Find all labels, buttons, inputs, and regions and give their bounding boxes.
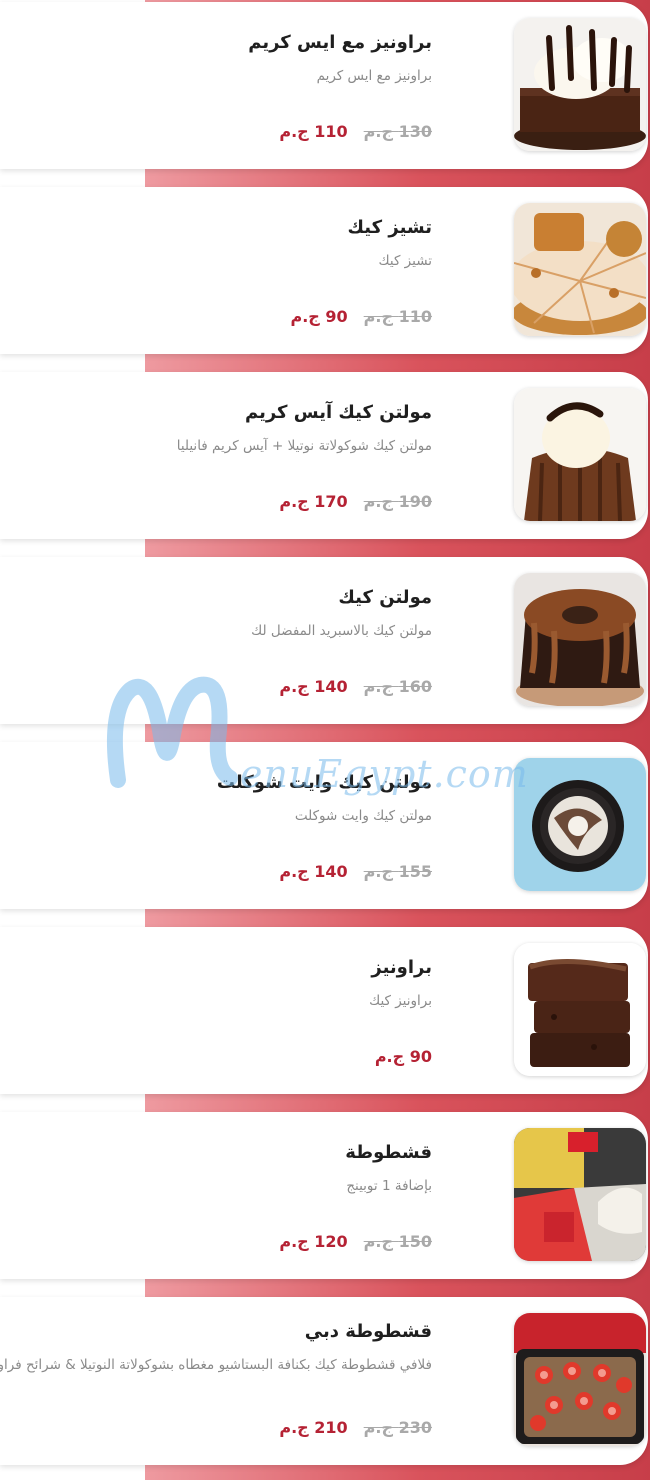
- item-prices: 230 ج.م 210 ج.م: [279, 1418, 432, 1437]
- new-price: 210 ج.م: [279, 1418, 348, 1437]
- card-body: براونيز براونيز كيك 90 ج.م: [0, 927, 575, 1094]
- menu-item-card[interactable]: مولتن كيك مولتن كيك بالاسبريد المفضل لك …: [0, 557, 648, 724]
- card-body: قشطوطة دبي فلافي قشطوطة كيك بكنافة البست…: [0, 1297, 575, 1465]
- item-prices: 190 ج.م 170 ج.م: [279, 492, 432, 511]
- old-price: 190 ج.م: [363, 492, 432, 511]
- item-image[interactable]: [514, 203, 646, 336]
- card-body: مولتن كيك وايت شوكلت مولتن كيك وايت شوكل…: [0, 742, 575, 909]
- item-title: تشيز كيك: [347, 217, 432, 238]
- menu-item-card[interactable]: مولتن كيك وايت شوكلت مولتن كيك وايت شوكل…: [0, 742, 648, 909]
- menu-item-card[interactable]: قشطوطة دبي فلافي قشطوطة كيك بكنافة البست…: [0, 1297, 648, 1465]
- menu-item-card[interactable]: قشطوطة بإضافة 1 توبينج 150 ج.م 120 ج.م: [0, 1112, 648, 1279]
- old-price: 230 ج.م: [363, 1418, 432, 1437]
- molten-cake-ice-cream-image: [514, 388, 646, 521]
- item-prices: 155 ج.م 140 ج.م: [279, 862, 432, 881]
- item-image[interactable]: [514, 943, 646, 1076]
- cheesecake-image: [514, 203, 646, 336]
- new-price: 90 ج.م: [290, 307, 348, 326]
- item-image[interactable]: [514, 1128, 646, 1261]
- item-description: تشيز كيك: [378, 253, 433, 269]
- molten-cake-image: [514, 573, 646, 706]
- item-title: قشطوطة: [345, 1142, 432, 1163]
- old-price: 150 ج.م: [363, 1232, 432, 1251]
- card-body: قشطوطة بإضافة 1 توبينج 150 ج.م 120 ج.م: [0, 1112, 575, 1279]
- menu-item-card[interactable]: تشيز كيك تشيز كيك 110 ج.م 90 ج.م: [0, 187, 648, 354]
- item-image[interactable]: [514, 1313, 646, 1446]
- item-prices: 150 ج.م 120 ج.م: [279, 1232, 432, 1251]
- white-chocolate-molten-image: [514, 758, 646, 891]
- item-description: براونيز مع ايس كريم: [316, 68, 432, 84]
- new-price: 90 ج.م: [374, 1047, 432, 1066]
- item-description: مولتن كيك شوكولاتة نوتيلا + آيس كريم فان…: [176, 438, 432, 454]
- ashtota-image: [514, 1128, 646, 1261]
- item-title: براونيز: [371, 957, 432, 978]
- item-title: مولتن كيك: [338, 587, 432, 608]
- item-description: براونيز كيك: [369, 993, 432, 1009]
- new-price: 120 ج.م: [279, 1232, 348, 1251]
- item-image[interactable]: [514, 18, 646, 151]
- dubai-ashtota-image: [514, 1313, 646, 1446]
- brownie-ice-cream-image: [514, 18, 646, 151]
- old-price: 110 ج.م: [363, 307, 432, 326]
- item-title: مولتن كيك آيس كريم: [244, 402, 432, 423]
- item-title: قشطوطة دبي: [304, 1321, 432, 1342]
- card-body: براونيز مع ايس كريم براونيز مع ايس كريم …: [0, 2, 575, 169]
- item-description: فلافي قشطوطة كيك بكنافة البستاشيو مغطاه …: [0, 1357, 432, 1373]
- brownies-stack-image: [514, 943, 646, 1076]
- card-body: مولتن كيك آيس كريم مولتن كيك شوكولاتة نو…: [0, 372, 575, 539]
- item-description: مولتن كيك وايت شوكلت: [294, 808, 432, 824]
- new-price: 140 ج.م: [279, 862, 348, 881]
- item-description: مولتن كيك بالاسبريد المفضل لك: [251, 623, 432, 639]
- new-price: 170 ج.م: [279, 492, 348, 511]
- old-price: 160 ج.م: [363, 677, 432, 696]
- item-prices: 90 ج.م: [375, 1047, 432, 1066]
- item-prices: 130 ج.م 110 ج.م: [279, 122, 432, 141]
- menu-list: براونيز مع ايس كريم براونيز مع ايس كريم …: [0, 0, 650, 1480]
- item-description: بإضافة 1 توبينج: [346, 1178, 432, 1194]
- old-price: 130 ج.م: [363, 122, 432, 141]
- item-title: مولتن كيك وايت شوكلت: [216, 772, 432, 793]
- menu-item-card[interactable]: براونيز براونيز كيك 90 ج.م: [0, 927, 648, 1094]
- item-prices: 110 ج.م 90 ج.م: [290, 307, 432, 326]
- old-price: 155 ج.م: [363, 862, 432, 881]
- card-body: تشيز كيك تشيز كيك 110 ج.م 90 ج.م: [0, 187, 575, 354]
- item-image[interactable]: [514, 573, 646, 706]
- item-image[interactable]: [514, 758, 646, 891]
- item-title: براونيز مع ايس كريم: [248, 32, 432, 53]
- menu-item-card[interactable]: مولتن كيك آيس كريم مولتن كيك شوكولاتة نو…: [0, 372, 648, 539]
- card-body: مولتن كيك مولتن كيك بالاسبريد المفضل لك …: [0, 557, 575, 724]
- new-price: 140 ج.م: [279, 677, 348, 696]
- menu-item-card[interactable]: براونيز مع ايس كريم براونيز مع ايس كريم …: [0, 2, 648, 169]
- new-price: 110 ج.م: [279, 122, 348, 141]
- item-image[interactable]: [514, 388, 646, 521]
- item-prices: 160 ج.م 140 ج.م: [279, 677, 432, 696]
